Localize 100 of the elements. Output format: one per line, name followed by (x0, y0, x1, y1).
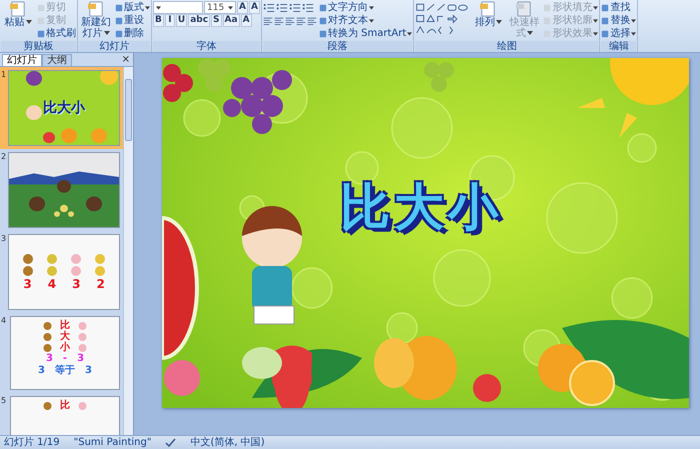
caret-icon (593, 6, 598, 10)
caret-icon (368, 18, 374, 22)
scroll-thumb[interactable] (125, 79, 132, 141)
document-icon (479, 1, 498, 17)
equation-term: 3 (46, 353, 53, 365)
ribbon-button[interactable]: 对齐文本 (318, 14, 374, 26)
slide-number: 1 (1, 70, 6, 81)
fruit-icon (69, 253, 84, 277)
list-icon[interactable] (288, 2, 301, 12)
ribbon-button[interactable]: 版式 (115, 2, 150, 14)
slide-thumbnail-row[interactable]: 4 比 大 小 3 - 3 3 等于 3 (0, 313, 123, 393)
format-button[interactable]: abc (188, 14, 210, 27)
count-number: 3 (72, 277, 80, 291)
format-button[interactable]: U (176, 14, 188, 27)
spellcheck-icon[interactable] (165, 438, 176, 448)
ribbon-button[interactable]: 转换为 SmartArt (318, 28, 412, 40)
slide-thumbnail-row[interactable]: 3 3 4 3 2 (0, 231, 123, 313)
group-label: 绘图 (415, 41, 598, 52)
group-label: 段落 (262, 41, 412, 52)
group-label: 编辑 (601, 41, 636, 52)
align-icon[interactable] (306, 16, 317, 26)
format-button[interactable]: A (248, 1, 260, 14)
ribbon-button[interactable]: 重设 (115, 14, 144, 26)
language: 中文(简体, 中国) (190, 436, 265, 448)
ribbon-button[interactable]: 删除 (115, 28, 144, 40)
compare-word: 小 (60, 342, 70, 353)
combo-field[interactable] (153, 1, 203, 14)
caret-icon (593, 18, 598, 22)
format-button[interactable]: A (240, 14, 252, 27)
ribbon-button[interactable]: 格式刷 (37, 28, 76, 40)
caret-icon (104, 31, 110, 36)
slide-number: 2 (1, 152, 6, 163)
ribbon-button[interactable]: 文字方向 (318, 2, 374, 14)
shapes-gallery[interactable] (415, 1, 470, 37)
caret-icon (228, 6, 233, 10)
group-label: 字体 (153, 41, 260, 52)
count-number: 3 (23, 277, 32, 291)
caret-icon (407, 32, 412, 36)
equation-term: 3 (77, 353, 84, 365)
ribbon-button[interactable]: 粘贴 (1, 1, 35, 28)
align-icon[interactable] (284, 16, 295, 26)
compare-word: 大 (60, 331, 70, 342)
caret-icon (26, 20, 32, 24)
slide-thumbnail[interactable]: 比大小 (8, 70, 120, 146)
scrollbar[interactable] (123, 67, 133, 435)
ribbon-button[interactable]: 新建幻灯片 (79, 1, 113, 39)
compare-word: 比 (60, 400, 70, 411)
slide-number: 4 (1, 316, 8, 327)
format-button[interactable]: I (164, 14, 175, 27)
fruit-icon (21, 253, 36, 277)
list-icon[interactable] (262, 2, 275, 12)
caret-icon (156, 6, 161, 10)
caret-icon (631, 32, 636, 36)
slide-number: 5 (1, 396, 8, 407)
thumbnail-title: 比大小 (43, 99, 86, 117)
monkey-icon (43, 400, 52, 410)
document-icon (515, 1, 534, 17)
ribbon-button[interactable]: 排列 (471, 1, 506, 28)
list-icon[interactable] (276, 2, 288, 12)
format-button[interactable]: Aa (222, 14, 240, 27)
slide-thumbnail[interactable]: 3 4 3 2 (8, 234, 120, 310)
align-icon[interactable] (274, 16, 284, 26)
result-term: 3 (38, 365, 45, 377)
slide-title: 比大小 (340, 177, 502, 238)
fruit-icon (45, 253, 60, 277)
panel-tab[interactable]: 幻灯片 (2, 54, 42, 66)
close-button[interactable]: × (118, 54, 133, 66)
compare-word: 比 (60, 320, 70, 331)
ribbon-button[interactable]: 选择 (601, 28, 636, 40)
ribbon-button[interactable]: 替换 (601, 14, 636, 26)
document-icon (87, 1, 105, 17)
panel-tab[interactable]: 大纲 (42, 54, 72, 66)
count-number: 2 (96, 277, 105, 291)
caret-icon (526, 31, 533, 36)
caret-icon (368, 6, 374, 10)
group-label: 剪贴板 (1, 41, 76, 52)
format-button[interactable]: A (237, 1, 248, 14)
format-button[interactable]: S (211, 14, 222, 27)
count-number: 4 (48, 277, 56, 291)
group-label: 幻灯片 (79, 41, 150, 52)
slide-thumbnail-row[interactable]: 5 比 (0, 393, 123, 435)
align-icon[interactable] (262, 16, 273, 26)
caret-icon (496, 20, 502, 24)
ribbon-button[interactable]: 查找 (601, 2, 630, 14)
combo-field[interactable]: 115 (204, 1, 236, 14)
align-icon[interactable] (296, 16, 306, 26)
slide-thumbnail[interactable]: 比 (10, 396, 120, 435)
slide-thumbnail[interactable]: 比 大 小 3 - 3 3 等于 3 (10, 316, 120, 390)
fruit-icon (93, 253, 108, 277)
caret-icon (145, 6, 150, 10)
document-icon (9, 1, 27, 17)
slide-number: 3 (1, 234, 6, 245)
caret-icon (631, 18, 636, 22)
theme-name: "Sumi Painting" (74, 436, 152, 448)
slide-thumbnail-row[interactable]: 1 比大小 (0, 67, 123, 149)
slide-thumbnail-row[interactable]: 2 (0, 149, 123, 231)
list-icon[interactable] (302, 2, 314, 12)
result-term: 3 (85, 365, 92, 377)
slide-counter: 幻灯片 1/19 (4, 436, 60, 448)
format-button[interactable]: B (153, 14, 164, 27)
